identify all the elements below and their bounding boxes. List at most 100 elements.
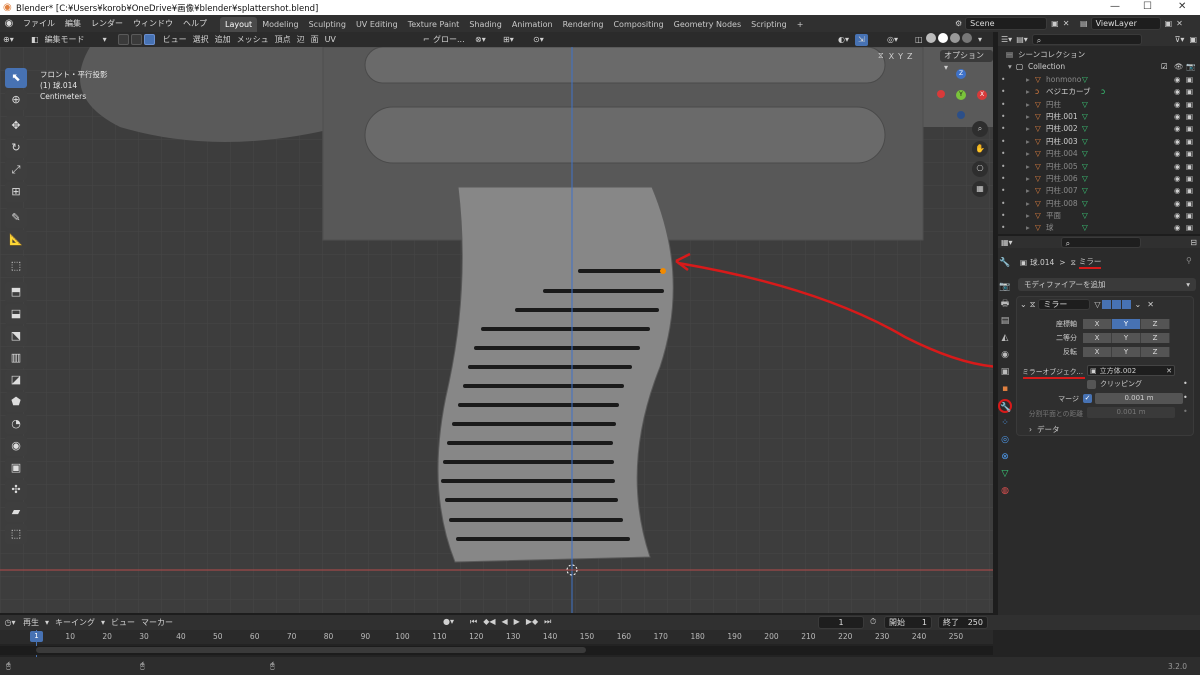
modifier-render-icon[interactable] (1122, 300, 1132, 309)
editor-type-icon[interactable]: ⊕▾ (0, 34, 18, 46)
clipping-keyframe-dot-icon[interactable]: • (1183, 379, 1188, 388)
record-icon[interactable]: ●▾ (440, 616, 457, 628)
jump-key-back-icon[interactable]: ◆◀ (480, 616, 498, 628)
outliner-item[interactable]: • ▸ ▽ 円柱.002 ▽ ◉ ▣ (998, 123, 1200, 135)
pan-hand-icon[interactable]: ✋ (972, 141, 988, 157)
bisect-y-toggle[interactable]: Y (1112, 333, 1141, 343)
view-layer-tab-icon[interactable]: ▤ (998, 314, 1012, 328)
transform-orientation-dropdown[interactable]: グロー... (430, 34, 468, 46)
transform-icon[interactable]: ⊞ (5, 182, 27, 202)
render-camera-icon[interactable]: ▣ (1186, 136, 1193, 148)
tool-tab-icon[interactable]: 🔧 (998, 256, 1012, 270)
mirror-x-toggle[interactable]: X (887, 52, 896, 61)
visibility-eye-icon[interactable]: ◉ (1174, 198, 1181, 210)
menu-face[interactable]: 面 (308, 34, 322, 46)
shading-rendered-icon[interactable] (962, 33, 972, 43)
visibility-eye-icon[interactable]: ◉ (1174, 74, 1181, 86)
tab-modeling[interactable]: Modeling (257, 17, 303, 32)
tab-rendering[interactable]: Rendering (558, 17, 609, 32)
scene-collection-row[interactable]: ▤ シーンコレクション (998, 49, 1200, 61)
render-tab-icon[interactable]: 📷 (998, 280, 1012, 294)
outliner-search-input[interactable]: ⌕ (1031, 33, 1142, 45)
modifier-edit-cage-icon[interactable]: ▽ (1094, 300, 1100, 309)
mirror-z-toggle[interactable]: Z (905, 52, 914, 61)
blender-menu-icon[interactable]: ◉ (0, 18, 18, 29)
world-tab-icon[interactable]: ◉ (998, 348, 1012, 362)
shading-material-icon[interactable] (950, 33, 960, 43)
outliner-item[interactable]: • ▸ ▽ honmono ▽ ◉ ▣ (998, 74, 1200, 86)
outliner-item[interactable]: • ▸ ▽ 円柱.008 ▽ ◉ ▣ (998, 198, 1200, 210)
visibility-eye-icon[interactable]: ◉ (1174, 136, 1181, 148)
timeline-area[interactable]: 10 20 30 40 50 60 70 80 90 100 110 120 130 140 150 160 1… (0, 630, 1200, 657)
outliner-filter-icon[interactable]: ⊽▾ (1175, 35, 1185, 44)
visibility-eye-icon[interactable]: ◉ (1174, 86, 1181, 98)
visibility-eye-icon[interactable]: ◉ (1174, 123, 1181, 135)
modifier-delete-icon[interactable]: ✕ (1147, 300, 1154, 309)
menu-select[interactable]: 選択 (190, 34, 212, 46)
material-tab-icon[interactable]: ◍ (998, 484, 1012, 498)
scene-browse-icon[interactable]: ▣ (1051, 19, 1059, 28)
measure-icon[interactable]: 📐 (5, 230, 27, 250)
gizmo-y-icon[interactable]: Y (956, 90, 966, 100)
modifier-collapse-icon[interactable]: ⌄ (1020, 300, 1027, 309)
axis-y-toggle[interactable]: Y (1112, 319, 1141, 329)
rotate-icon[interactable]: ↻ (5, 138, 27, 158)
tab-animation[interactable]: Animation (507, 17, 558, 32)
select-box-icon[interactable]: ⬉ (5, 68, 27, 88)
extrude-icon[interactable]: ⬒ (5, 282, 27, 302)
menu-help[interactable]: ヘルプ (178, 15, 212, 32)
shrink-fatten-icon[interactable]: ✣ (5, 480, 27, 500)
visibility-eye-icon[interactable]: ◉ (1174, 161, 1181, 173)
constraints-tab-icon[interactable]: ⊗ (998, 450, 1012, 464)
render-camera-icon[interactable]: ▣ (1186, 198, 1193, 210)
move-icon[interactable]: ✥ (5, 116, 27, 136)
outliner-item-expand-icon[interactable]: ▸ (1026, 161, 1030, 173)
render-camera-icon[interactable]: ▣ (1186, 74, 1193, 86)
shading-options-chevron-icon[interactable]: ▾ (975, 34, 985, 46)
outliner-item-expand-icon[interactable]: ▸ (1026, 74, 1030, 86)
collection-tab-icon[interactable]: ▣ (998, 365, 1012, 379)
jump-start-icon[interactable]: ⏮ (467, 616, 480, 628)
timeline-scrollbar[interactable] (36, 647, 586, 653)
outliner-item-expand-icon[interactable]: ▸ (1026, 86, 1030, 98)
timeline-menu-marker[interactable]: マーカー (138, 617, 176, 629)
visibility-eye-icon[interactable]: ◉ (1174, 222, 1181, 234)
menu-edit[interactable]: 編集 (60, 15, 86, 32)
menu-vertex[interactable]: 頂点 (272, 34, 294, 46)
properties-options-icon[interactable]: ⊟ (1190, 238, 1197, 247)
menu-add[interactable]: 追加 (212, 34, 234, 46)
visibility-eye-icon[interactable]: ◉ (1174, 111, 1181, 123)
modifier-realtime-icon[interactable] (1112, 300, 1122, 309)
modifier-editmode-icon[interactable] (1102, 300, 1112, 309)
outliner-item-expand-icon[interactable]: ▸ (1026, 99, 1030, 111)
mirror-y-toggle[interactable]: Y (896, 52, 905, 61)
cursor-icon[interactable]: ⊕ (5, 90, 27, 110)
perspective-grid-icon[interactable]: ▦ (972, 181, 988, 197)
visibility-eye-icon[interactable]: ◉ (1174, 148, 1181, 160)
menu-uv[interactable]: UV (322, 34, 339, 46)
timeline-menu-view[interactable]: ビュー (108, 617, 138, 629)
axis-x-toggle[interactable]: X (1083, 319, 1112, 329)
camera-view-icon[interactable]: ⎔ (972, 161, 988, 177)
scene-tab-icon[interactable]: ◭ (998, 331, 1012, 345)
render-camera-icon[interactable]: ▣ (1186, 210, 1193, 222)
render-camera-icon[interactable]: ▣ (1186, 185, 1193, 197)
3d-viewport[interactable]: フロント・平行投影 (1) 球.014 Centimeters ⧖ X Y Z … (0, 47, 993, 613)
overlay-toggle-icon[interactable]: ◎▾ (884, 34, 901, 46)
scene-field[interactable]: Scene (965, 17, 1048, 30)
render-camera-icon[interactable]: ▣ (1186, 161, 1193, 173)
bisect-distance-keyframe-dot-icon[interactable]: • (1183, 407, 1188, 416)
outliner-new-collection-icon[interactable]: ▣ (1189, 35, 1197, 44)
modifier-tab-icon[interactable]: 🔧 (998, 399, 1012, 413)
vertex-select-icon[interactable] (117, 34, 129, 45)
render-camera-icon[interactable]: ▣ (1186, 86, 1193, 98)
smooth-icon[interactable]: ◉ (5, 436, 27, 456)
add-cube-icon[interactable]: ⬚ (5, 256, 27, 276)
outliner-filter-type-icon[interactable]: ▤▾ (1016, 35, 1028, 44)
physics-tab-icon[interactable]: ◎ (998, 433, 1012, 447)
pin-icon[interactable]: ⚲ (1186, 256, 1192, 265)
tab-uv-editing[interactable]: UV Editing (351, 17, 403, 32)
modifier-name-field[interactable]: ミラー (1038, 299, 1091, 310)
render-camera-icon[interactable]: ▣ (1186, 99, 1193, 111)
rip-region-icon[interactable]: ⬚ (5, 524, 27, 544)
